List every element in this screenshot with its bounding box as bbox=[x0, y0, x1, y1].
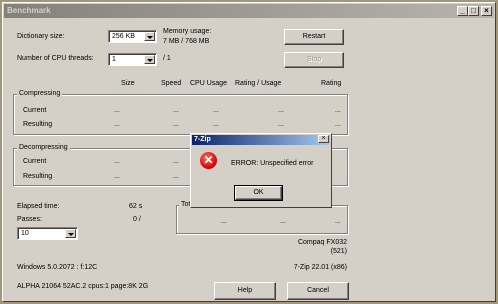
chevron-down-icon[interactable] bbox=[144, 55, 155, 64]
chevron-down-icon[interactable] bbox=[144, 32, 155, 41]
restart-button[interactable]: Restart bbox=[284, 29, 344, 45]
dialog-close-button[interactable]: × bbox=[318, 135, 329, 143]
dialog-title-bar[interactable]: 7-Zip bbox=[192, 135, 330, 145]
dictionary-size-label: Dictionary size: bbox=[17, 33, 65, 40]
close-button[interactable]: × bbox=[481, 6, 492, 16]
decompressing-current-size: ... bbox=[114, 158, 120, 165]
compressing-current-speed: ... bbox=[173, 107, 179, 114]
computer-code: (521) bbox=[330, 248, 347, 255]
title-bar[interactable]: Benchmark _ □ × bbox=[4, 4, 494, 18]
decompressing-resulting-label: Resulting bbox=[23, 173, 53, 180]
passes-label: Passes: bbox=[17, 216, 42, 223]
version-info: 7-Zip 22.01 (x86) bbox=[293, 264, 347, 271]
dialog-title: 7-Zip bbox=[194, 136, 211, 143]
compressing-resulting-label: Resulting bbox=[23, 121, 53, 128]
total-value-1: ... bbox=[221, 218, 227, 225]
column-rating: Rating bbox=[321, 80, 342, 87]
minimize-button[interactable]: _ bbox=[457, 6, 468, 16]
decompressing-current-label: Current bbox=[23, 158, 47, 165]
cpu-threads-total: / 1 bbox=[163, 55, 171, 62]
compressing-group: Compressing bbox=[13, 90, 348, 135]
total-group: Tota bbox=[176, 201, 348, 234]
total-value-3: ... bbox=[335, 218, 341, 225]
decompressing-resulting-speed: ... bbox=[173, 173, 179, 180]
error-icon: ✕ bbox=[200, 152, 217, 169]
compressing-current-size: ... bbox=[114, 107, 120, 114]
stop-button[interactable]: Stop bbox=[284, 52, 344, 68]
error-dialog: 7-Zip × ✕ ERROR: Unspecified error OK bbox=[190, 133, 332, 208]
cpu-threads-select[interactable]: 1 bbox=[108, 53, 157, 66]
compressing-current-rating: ... bbox=[335, 107, 341, 114]
os-info: Windows 5.0.2072 : f:12C bbox=[17, 264, 98, 271]
compressing-resulting-speed: ... bbox=[173, 121, 179, 128]
elapsed-time-value: 62 s bbox=[129, 203, 143, 210]
memory-usage-value: 7 MB / 768 MB bbox=[163, 38, 210, 45]
column-rating-usage: Rating / Usage bbox=[235, 80, 282, 87]
decompressing-label: Decompressing bbox=[17, 144, 70, 151]
dialog-message: ERROR: Unspecified error bbox=[231, 160, 314, 167]
decompressing-current-speed: ... bbox=[173, 158, 179, 165]
decompressing-resulting-size: ... bbox=[114, 173, 120, 180]
compressing-resulting-rating-usage: ... bbox=[278, 121, 284, 128]
passes-select-value: 10 bbox=[21, 230, 29, 237]
elapsed-time-label: Elapsed time: bbox=[17, 203, 60, 210]
column-speed: Speed bbox=[161, 80, 182, 87]
cpu-info: ALPHA 21064 52AC.2 cpus:1 page:8K 2G bbox=[17, 283, 149, 290]
chevron-down-icon[interactable] bbox=[65, 229, 76, 238]
passes-select[interactable]: 10 bbox=[17, 227, 78, 240]
computer-name: Compaq FX032 bbox=[297, 239, 347, 246]
compressing-resulting-rating: ... bbox=[335, 121, 341, 128]
dictionary-size-value: 256 KB bbox=[112, 33, 135, 40]
dictionary-size-select[interactable]: 256 KB bbox=[108, 30, 157, 43]
compressing-current-cpu: ... bbox=[213, 107, 219, 114]
ok-button[interactable]: OK bbox=[234, 185, 283, 201]
maximize-button[interactable]: □ bbox=[468, 6, 479, 16]
passes-value: 0 / bbox=[133, 216, 141, 223]
column-cpu-usage: CPU Usage bbox=[190, 80, 227, 87]
help-button[interactable]: Help bbox=[214, 282, 276, 300]
compressing-current-rating-usage: ... bbox=[278, 107, 284, 114]
compressing-resulting-cpu: ... bbox=[213, 121, 219, 128]
memory-usage-label: Memory usage: bbox=[163, 28, 212, 35]
cpu-threads-value: 1 bbox=[112, 56, 116, 63]
compressing-resulting-size: ... bbox=[114, 121, 120, 128]
cpu-threads-label: Number of CPU threads: bbox=[17, 55, 94, 62]
cancel-button[interactable]: Cancel bbox=[287, 282, 349, 300]
window-title: Benchmark bbox=[7, 6, 51, 15]
column-size: Size bbox=[121, 80, 135, 87]
total-value-2: ... bbox=[280, 218, 286, 225]
compressing-label: Compressing bbox=[17, 90, 63, 97]
compressing-current-label: Current bbox=[23, 107, 47, 114]
